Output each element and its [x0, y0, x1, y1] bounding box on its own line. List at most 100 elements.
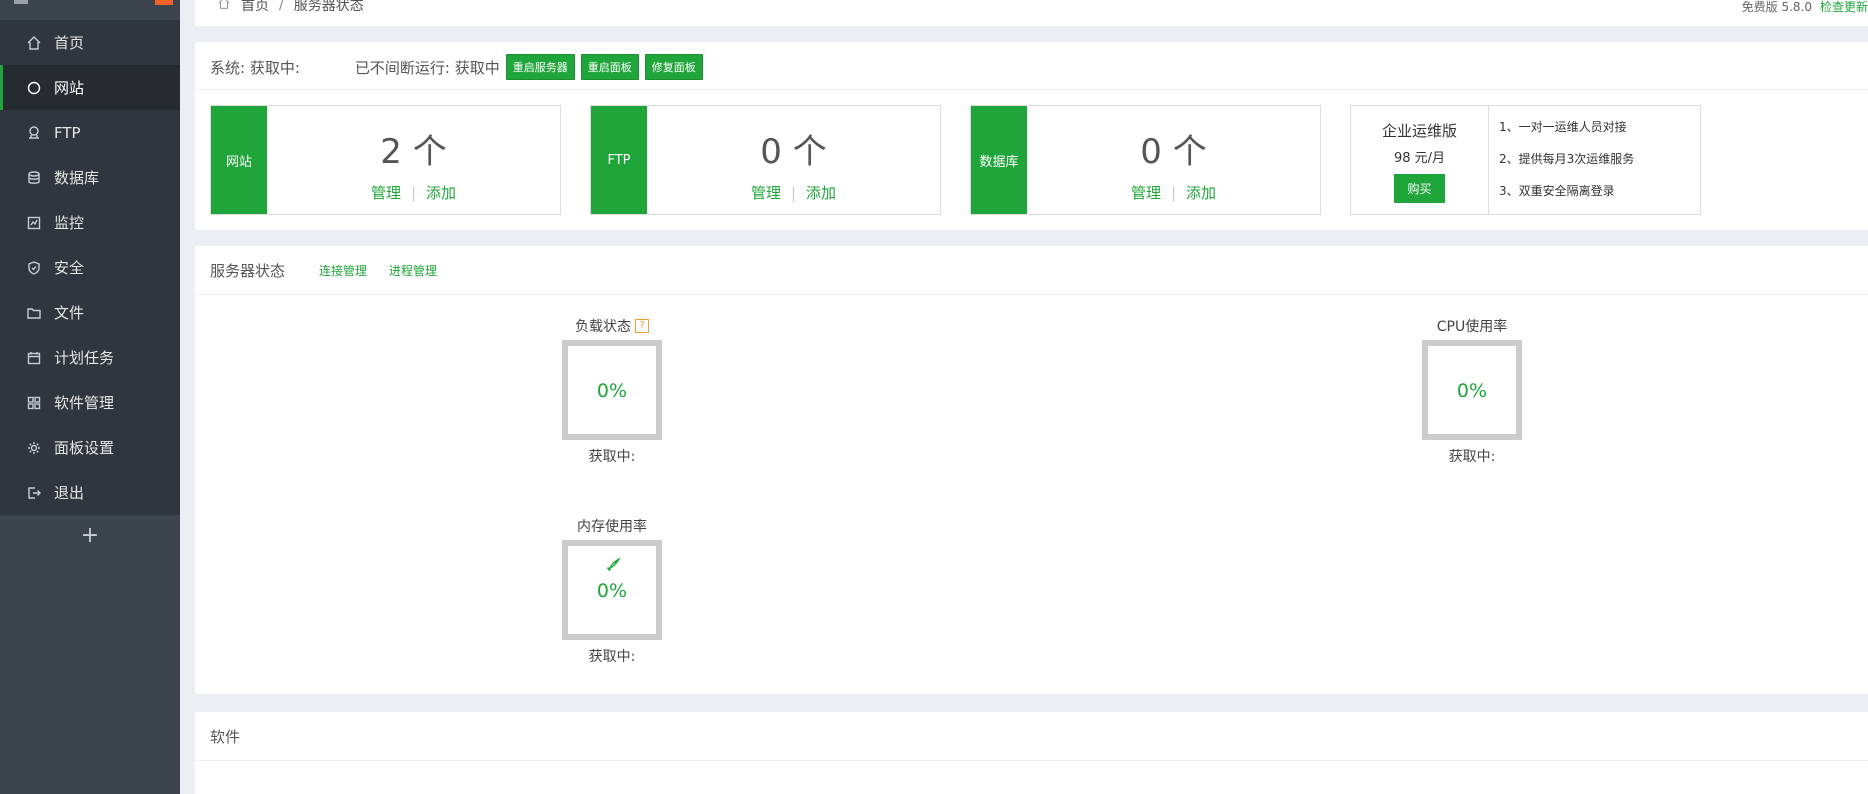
repair-panel-button[interactable]: 修复面板 [644, 54, 703, 80]
rocket-icon[interactable] [604, 556, 622, 578]
version-text: 免费版 5.8.0 [1741, 0, 1812, 14]
restart-server-button[interactable]: 重启服务器 [505, 54, 575, 80]
top-bar: 首页 / 服务器状态 免费版 5.8.0 检查更新 [195, 0, 1868, 26]
sidebar-item-label: 监控 [54, 214, 85, 232]
sidebar-item-label: 首页 [54, 34, 85, 52]
breadcrumb-home[interactable]: 首页 [241, 0, 269, 15]
process-manage-link[interactable]: 进程管理 [389, 262, 437, 279]
stat-count: 0 个 [760, 132, 827, 172]
sidebar-item-monitor[interactable]: 监控 [0, 200, 180, 245]
breadcrumb: 首页 / 服务器状态 [207, 0, 364, 15]
server-status-panel: 服务器状态 连接管理 进程管理 负载状态 ? 0% 获取中: CPU使用率 0%… [195, 246, 1868, 694]
version-info: 免费版 5.8.0 检查更新 [1742, 0, 1868, 15]
shield-icon [26, 260, 42, 276]
link-separator: | [1170, 184, 1177, 202]
load-gauge: 负载状态 ? 0% 获取中: [547, 316, 677, 466]
add-menu-button[interactable]: + [0, 515, 180, 555]
sidebar-item-software[interactable]: 软件管理 [0, 380, 180, 425]
gauge-value: 0% [596, 380, 628, 402]
uptime-label: 已不间断运行: 获取中 [354, 58, 500, 77]
stat-count: 2 个 [380, 132, 447, 172]
feature-item: 1、一对一运维人员对接 [1499, 120, 1627, 134]
link-separator: | [790, 184, 797, 202]
stat-tag[interactable]: 网站 [211, 106, 267, 214]
notification-badge[interactable] [155, 0, 173, 5]
ftp-stat-card: FTP 0 个 管理 | 添加 [590, 105, 941, 215]
sidebar-item-label: 计划任务 [54, 349, 115, 367]
gear-icon [26, 440, 42, 456]
help-icon[interactable]: ? [635, 319, 649, 333]
sidebar-item-label: FTP [54, 123, 81, 142]
manage-website-link[interactable]: 管理 [371, 184, 401, 202]
gauge-box[interactable]: 0% [562, 540, 662, 640]
gauge-value: 0% [596, 580, 628, 602]
sidebar-item-settings[interactable]: 面板设置 [0, 425, 180, 470]
add-ftp-link[interactable]: 添加 [806, 184, 836, 202]
sidebar-item-label: 退出 [54, 484, 85, 502]
logo-fragment [14, 0, 28, 4]
folder-icon [26, 305, 42, 321]
logout-icon [26, 485, 42, 501]
home-icon [26, 35, 42, 51]
system-os-label: 系统: 获取中: [210, 58, 300, 77]
sidebar-item-label: 文件 [54, 304, 85, 322]
calendar-icon [26, 350, 42, 366]
gauge-box[interactable]: 0% [562, 340, 662, 440]
sidebar-item-label: 安全 [54, 259, 85, 277]
sidebar-item-database[interactable]: 数据库 [0, 155, 180, 200]
stat-tag[interactable]: FTP [591, 106, 647, 214]
enterprise-title: 企业运维版 [1381, 122, 1457, 140]
divider [195, 294, 1868, 295]
sidebar-item-label: 网站 [54, 79, 85, 97]
gauge-box[interactable]: 0% [1422, 340, 1522, 440]
sidebar-item-ftp[interactable]: FTP [0, 110, 180, 155]
sidebar-item-logout[interactable]: 退出 [0, 470, 180, 515]
globe-icon [26, 80, 42, 96]
feature-item: 3、双重安全隔离登录 [1499, 184, 1615, 198]
ftp-icon [26, 125, 42, 141]
buy-button[interactable]: 购买 [1394, 174, 1445, 203]
sidebar-item-files[interactable]: 文件 [0, 290, 180, 335]
breadcrumb-separator: / [279, 0, 284, 13]
database-stat-card: 数据库 0 个 管理 | 添加 [970, 105, 1321, 215]
stat-count: 0 个 [1140, 132, 1207, 172]
system-info-row: 系统: 获取中: 已不间断运行: 获取中 重启服务器 重启面板 修复面板 [210, 54, 703, 80]
stat-tag[interactable]: 数据库 [971, 106, 1027, 214]
sidebar-item-label: 软件管理 [54, 394, 115, 412]
connection-manage-link[interactable]: 连接管理 [319, 262, 367, 279]
software-panel: 软件 [195, 712, 1868, 794]
gauge-title: 负载状态 ? [547, 316, 677, 336]
check-update-link[interactable]: 检查更新 [1820, 0, 1868, 14]
monitor-icon [26, 215, 42, 231]
load-title: 负载状态 [575, 319, 631, 335]
memory-gauge: 内存使用率 0% 获取中: [547, 516, 677, 666]
sidebar: 首页 网站 FTP 数据库 监控 安全 文件 计划任务 软件管理 面板设置 退出… [0, 0, 180, 794]
enterprise-card: 企业运维版 98 元/月 购买 1、一对一运维人员对接 2、提供每月3次运维服务… [1350, 105, 1701, 215]
gauge-title: CPU使用率 [1436, 319, 1508, 335]
cpu-gauge: CPU使用率 0% 获取中: [1407, 316, 1537, 466]
sidebar-item-security[interactable]: 安全 [0, 245, 180, 290]
system-panel: 系统: 获取中: 已不间断运行: 获取中 重启服务器 重启面板 修复面板 网站 … [195, 42, 1868, 230]
sidebar-item-home[interactable]: 首页 [0, 20, 180, 65]
enterprise-offer: 企业运维版 98 元/月 购买 [1351, 106, 1489, 214]
sidebar-item-cron[interactable]: 计划任务 [0, 335, 180, 380]
manage-database-link[interactable]: 管理 [1131, 184, 1161, 202]
divider [195, 89, 1868, 90]
stat-links: 管理 | 添加 [267, 182, 560, 203]
software-title: 软件 [210, 728, 241, 746]
grid-icon [26, 395, 42, 411]
home-icon[interactable] [217, 0, 231, 14]
website-stat-card: 网站 2 个 管理 | 添加 [210, 105, 561, 215]
sidebar-menu: 首页 网站 FTP 数据库 监控 安全 文件 计划任务 软件管理 面板设置 退出 [0, 20, 180, 515]
add-website-link[interactable]: 添加 [426, 184, 456, 202]
server-status-header: 服务器状态 连接管理 进程管理 [210, 260, 437, 281]
sidebar-item-website[interactable]: 网站 [0, 65, 180, 110]
add-database-link[interactable]: 添加 [1186, 184, 1216, 202]
gauge-status: 获取中: [588, 649, 636, 665]
gauge-value: 0% [1456, 380, 1488, 402]
server-status-title: 服务器状态 [210, 262, 286, 280]
sidebar-item-label: 数据库 [54, 169, 100, 187]
divider [195, 760, 1868, 761]
manage-ftp-link[interactable]: 管理 [751, 184, 781, 202]
restart-panel-button[interactable]: 重启面板 [580, 54, 639, 80]
